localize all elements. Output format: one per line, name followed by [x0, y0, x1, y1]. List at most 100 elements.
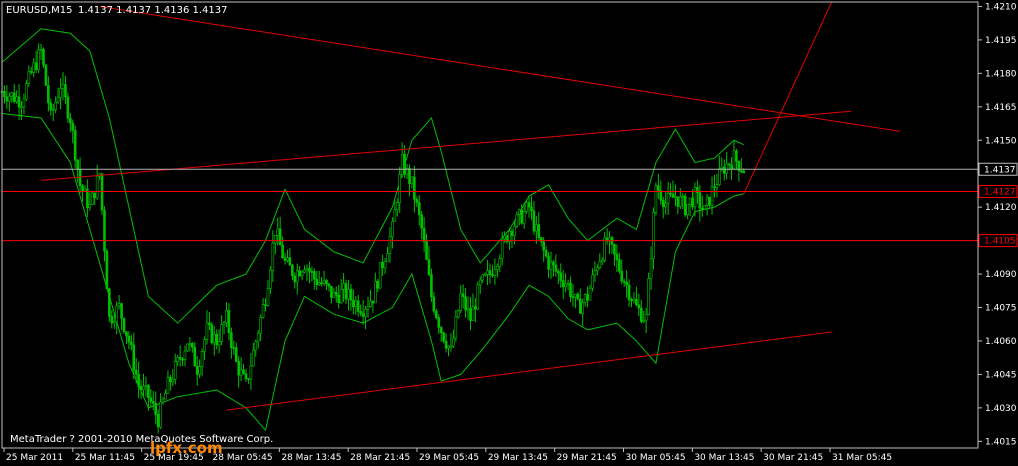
candle	[413, 165, 416, 213]
candle	[491, 264, 494, 278]
candle	[676, 196, 680, 215]
candle	[334, 286, 338, 303]
candle	[339, 279, 343, 304]
candle	[378, 262, 382, 289]
candle	[735, 148, 738, 170]
y-tick-label: 1.4015	[985, 437, 1017, 447]
candle	[232, 340, 236, 355]
candle	[410, 176, 414, 188]
y-tick-label: 1.4030	[985, 404, 1017, 414]
candle	[142, 373, 145, 398]
candle	[557, 268, 560, 285]
candle	[54, 96, 57, 114]
candle	[259, 314, 262, 342]
candle	[230, 327, 233, 359]
candle	[671, 180, 675, 198]
candle	[313, 268, 316, 290]
candle	[713, 174, 716, 198]
candle	[330, 285, 333, 304]
candle	[12, 83, 16, 104]
candle	[393, 200, 397, 222]
trendline-lower-ascending[interactable]	[226, 331, 832, 411]
watermark-logo: lpfx.com	[150, 439, 223, 457]
candle	[42, 47, 45, 69]
trendline-upper-descending[interactable]	[99, 5, 900, 132]
candle	[176, 354, 179, 367]
forex-chart[interactable]: 1.4137 1.4127 1.4105 1.4210 1.4195 1.4180 1.4…	[0, 0, 1018, 466]
candle	[532, 201, 536, 235]
candle	[627, 279, 631, 307]
candle	[583, 293, 587, 307]
candle	[237, 356, 240, 388]
x-tick-label: 29 Mar 05:45	[419, 453, 479, 463]
candle	[37, 43, 40, 73]
y-tick-label: 1.4120	[985, 203, 1017, 213]
candle	[317, 270, 321, 286]
y-tick-label: 1.4180	[985, 69, 1017, 79]
candle	[644, 307, 648, 333]
candle	[674, 184, 677, 207]
trendlines-layer[interactable]	[40, 1, 900, 411]
candle	[247, 377, 250, 384]
candle	[620, 259, 624, 285]
candle	[276, 217, 280, 246]
x-tick-label: 28 Mar 21:45	[350, 453, 410, 463]
candle	[122, 317, 126, 335]
candle	[544, 246, 548, 259]
svg-text:1.4137: 1.4137	[984, 165, 1016, 175]
candle	[505, 234, 509, 245]
candle	[539, 237, 543, 247]
candle	[286, 249, 289, 263]
candle	[344, 279, 348, 305]
candle	[571, 284, 575, 307]
candle	[688, 197, 692, 217]
candle	[39, 43, 43, 60]
candle	[698, 184, 702, 222]
x-tick-label: 30 Mar 21:45	[763, 453, 823, 463]
candle	[86, 179, 89, 218]
candle	[415, 196, 419, 208]
candle	[652, 207, 655, 270]
candle	[210, 321, 214, 345]
candle	[100, 172, 104, 215]
candle	[576, 291, 580, 301]
candle	[198, 359, 201, 379]
candle	[169, 374, 172, 391]
candle	[151, 390, 155, 411]
candle	[10, 91, 14, 103]
candle	[725, 152, 728, 180]
candle	[737, 160, 741, 182]
candle	[691, 189, 694, 210]
candle	[254, 339, 258, 357]
candle	[632, 292, 636, 304]
candle	[117, 295, 121, 310]
candle	[44, 63, 48, 87]
candle	[61, 72, 65, 101]
candle	[510, 228, 514, 249]
candle	[635, 286, 638, 307]
candle	[64, 75, 67, 105]
candle	[222, 320, 226, 335]
candle	[386, 246, 389, 262]
candle	[188, 337, 192, 352]
candle	[456, 309, 460, 319]
candle	[474, 298, 477, 323]
candle	[503, 231, 506, 243]
candle	[400, 142, 404, 178]
chart-svg[interactable]: 1.4137 1.4127 1.4105 1.4210 1.4195 1.4180 1.4…	[0, 0, 1018, 466]
trendline-steep-breakout[interactable]	[743, 1, 833, 194]
candle	[730, 157, 733, 180]
candle	[417, 195, 421, 226]
candle	[374, 272, 377, 304]
candle	[66, 92, 70, 123]
candle	[496, 263, 499, 278]
x-tick-label: 30 Mar 13:45	[694, 453, 754, 463]
candle	[469, 296, 472, 331]
candle	[586, 286, 589, 308]
candle	[464, 287, 467, 318]
candle	[447, 345, 450, 357]
candle	[439, 325, 443, 342]
candle	[466, 296, 470, 320]
candle	[303, 265, 306, 274]
candle	[666, 181, 670, 215]
